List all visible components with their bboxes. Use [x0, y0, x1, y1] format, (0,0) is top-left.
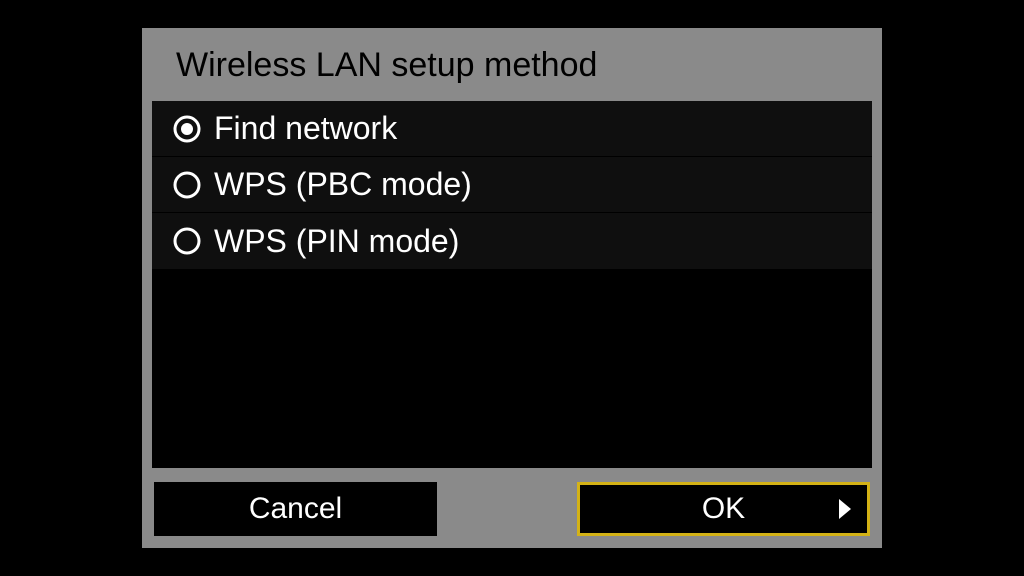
wifi-setup-dialog: Wireless LAN setup method Find network W… — [142, 28, 882, 548]
cancel-button-label: Cancel — [249, 492, 342, 526]
radio-unselected-icon — [172, 226, 202, 256]
dialog-title: Wireless LAN setup method — [152, 38, 872, 101]
option-label: WPS (PBC mode) — [214, 166, 472, 203]
option-find-network[interactable]: Find network — [152, 101, 872, 157]
option-wps-pbc[interactable]: WPS (PBC mode) — [152, 157, 872, 213]
radio-selected-icon — [172, 114, 202, 144]
option-label: Find network — [214, 110, 397, 147]
arrow-right-icon — [837, 498, 853, 520]
radio-unselected-icon — [172, 170, 202, 200]
options-list: Find network WPS (PBC mode) WPS (PIN mod… — [152, 101, 872, 468]
option-wps-pin[interactable]: WPS (PIN mode) — [152, 213, 872, 269]
cancel-button[interactable]: Cancel — [154, 482, 437, 536]
ok-button-label: OK — [702, 492, 745, 526]
option-label: WPS (PIN mode) — [214, 223, 459, 260]
dialog-footer: Cancel OK — [152, 468, 872, 536]
ok-button[interactable]: OK — [577, 482, 870, 536]
